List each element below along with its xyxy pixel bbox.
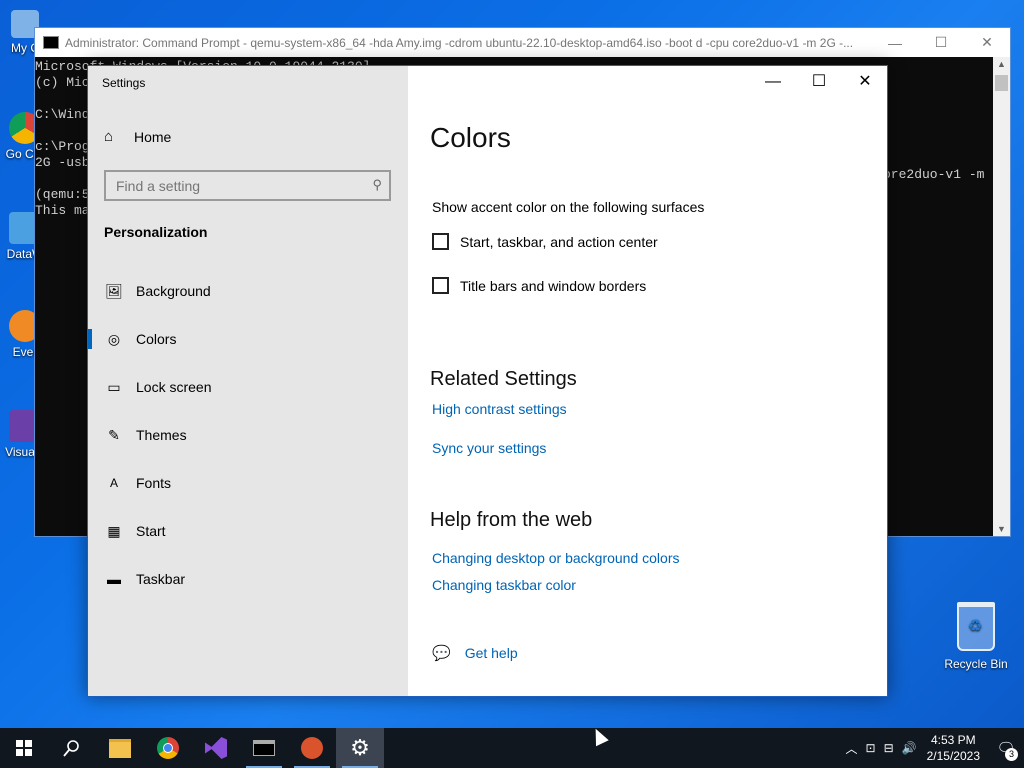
- nav-home[interactable]: ⌂ Home: [104, 128, 171, 145]
- network-icon[interactable]: ⊟: [884, 741, 894, 755]
- nav-label: Taskbar: [136, 571, 186, 587]
- visual-studio-icon: [205, 737, 227, 759]
- nav-background[interactable]: 🖼 Background: [88, 272, 408, 310]
- start-button[interactable]: [0, 728, 48, 768]
- get-help-link[interactable]: 💬 Get help: [432, 644, 518, 662]
- scroll-down-arrow-icon[interactable]: ▼: [993, 524, 1010, 534]
- notification-count-badge: 3: [1005, 748, 1018, 761]
- page-title: Colors: [430, 122, 511, 153]
- taskbar-settings[interactable]: ⚙: [336, 728, 384, 768]
- nav-label: Background: [136, 283, 211, 299]
- checkbox-title-bars[interactable]: Title bars and window borders: [432, 277, 646, 294]
- nav-label: Fonts: [136, 475, 172, 491]
- section-heading: Personalization: [104, 224, 208, 240]
- nav-fonts[interactable]: A Fonts: [88, 464, 408, 502]
- taskbar-chrome[interactable]: [144, 728, 192, 768]
- folder-icon: [109, 738, 131, 758]
- get-help-label: Get help: [464, 645, 518, 661]
- search-icon: [63, 740, 79, 757]
- app-icon: [301, 737, 323, 759]
- settings-sidebar: Settings ⌂ Home ⚲ Personalization 🖼 Back…: [88, 66, 408, 696]
- search-input[interactable]: [106, 172, 356, 199]
- terminal-icon: [253, 740, 275, 756]
- themes-icon: ✎: [108, 426, 120, 443]
- clock-date: 2/15/2023: [926, 749, 980, 763]
- fonts-icon: A: [109, 476, 118, 490]
- checkbox-label: Start, taskbar, and action center: [460, 233, 658, 250]
- checkbox-label: Title bars and window borders: [460, 277, 647, 294]
- nav-taskbar[interactable]: ▬ Taskbar: [88, 560, 408, 598]
- related-settings-heading: Related Settings: [430, 368, 577, 390]
- nav-start[interactable]: ▦ Start: [88, 512, 408, 550]
- nav-lock-screen[interactable]: ▭ Lock screen: [88, 368, 408, 406]
- settings-window[interactable]: Settings ⌂ Home ⚲ Personalization 🖼 Back…: [87, 65, 888, 697]
- palette-icon: ◎: [107, 330, 121, 347]
- home-icon: ⌂: [104, 128, 114, 145]
- checkbox-start-taskbar[interactable]: Start, taskbar, and action center: [432, 233, 658, 250]
- link-desktop-colors[interactable]: Changing desktop or background colors: [432, 550, 680, 566]
- nav-label: Lock screen: [136, 379, 212, 395]
- cmd-app-icon: [43, 36, 59, 49]
- link-taskbar-color[interactable]: Changing taskbar color: [432, 577, 576, 593]
- scroll-up-arrow-icon[interactable]: ▲: [993, 59, 1010, 69]
- clock-time: 4:53 PM: [930, 733, 976, 747]
- network-warning-icon[interactable]: ⊡: [866, 741, 876, 755]
- help-heading: Help from the web: [430, 509, 593, 531]
- cmd-scrollbar[interactable]: ▲ ▼: [993, 57, 1010, 536]
- clock[interactable]: 4:53 PM 2/15/2023: [927, 732, 980, 764]
- start-icon: ▦: [107, 522, 121, 539]
- nav-label: Colors: [136, 331, 177, 347]
- volume-icon[interactable]: 🔊: [902, 741, 917, 755]
- nav-label: Themes: [136, 427, 187, 443]
- action-center-button[interactable]: 🗨 3: [988, 728, 1024, 768]
- lock-screen-icon: ▭: [107, 378, 121, 395]
- cmd-minimize-button[interactable]: —: [872, 35, 918, 51]
- cmd-maximize-button[interactable]: ☐: [918, 34, 964, 51]
- minimize-button[interactable]: —: [750, 66, 796, 98]
- checkbox-box[interactable]: [432, 277, 449, 294]
- chat-help-icon: 💬: [432, 645, 451, 662]
- taskbar-visual-studio[interactable]: [192, 728, 240, 768]
- cmd-close-button[interactable]: ✕: [964, 34, 1010, 51]
- windows-logo-icon: [16, 740, 32, 756]
- checkbox-box[interactable]: [432, 233, 449, 250]
- link-sync-settings[interactable]: Sync your settings: [432, 440, 546, 456]
- gear-icon: ⚙: [350, 735, 370, 760]
- search-taskbar-button[interactable]: [48, 728, 96, 768]
- cmd-scroll-thumb[interactable]: [995, 75, 1008, 91]
- close-button[interactable]: ✕: [842, 66, 888, 98]
- link-high-contrast[interactable]: High contrast settings: [432, 401, 567, 417]
- maximize-button[interactable]: ☐: [796, 66, 842, 98]
- search-box[interactable]: ⚲: [104, 170, 391, 201]
- cmd-title: Administrator: Command Prompt - qemu-sys…: [65, 35, 854, 50]
- nav-themes[interactable]: ✎ Themes: [88, 416, 408, 454]
- recycle-bin-label: Recycle Bin: [944, 657, 1008, 671]
- system-tray: ︿ ⊡ ⊟ 🔊 4:53 PM 2/15/2023 🗨 3: [842, 728, 1024, 768]
- nav-label: Start: [136, 523, 166, 539]
- settings-app-title: Settings: [102, 76, 146, 90]
- taskbar: ⚙ ︿ ⊡ ⊟ 🔊 4:53 PM 2/15/2023 🗨 3: [0, 728, 1024, 768]
- nav-home-label: Home: [134, 128, 172, 145]
- nav-colors[interactable]: ◎ Colors: [88, 320, 408, 358]
- taskbar-app[interactable]: [288, 728, 336, 768]
- chrome-icon: [157, 737, 179, 759]
- show-hidden-icons-chevron-icon[interactable]: ︿: [846, 740, 858, 757]
- taskbar-command-prompt[interactable]: [240, 728, 288, 768]
- recycle-bin-icon: ♻: [957, 602, 995, 651]
- cmd-line-tail: ore2duo-v1 -m: [883, 167, 985, 182]
- accent-surfaces-heading: Show accent color on the following surfa…: [432, 199, 705, 215]
- taskbar-file-explorer[interactable]: [96, 728, 144, 768]
- search-icon[interactable]: ⚲: [372, 177, 382, 193]
- cmd-title-bar[interactable]: Administrator: Command Prompt - qemu-sys…: [35, 28, 1010, 57]
- desktop-icon-recycle-bin[interactable]: ♻ Recycle Bin: [940, 602, 1012, 671]
- taskbar-icon: ▬: [107, 571, 121, 587]
- image-icon: 🖼: [105, 282, 123, 299]
